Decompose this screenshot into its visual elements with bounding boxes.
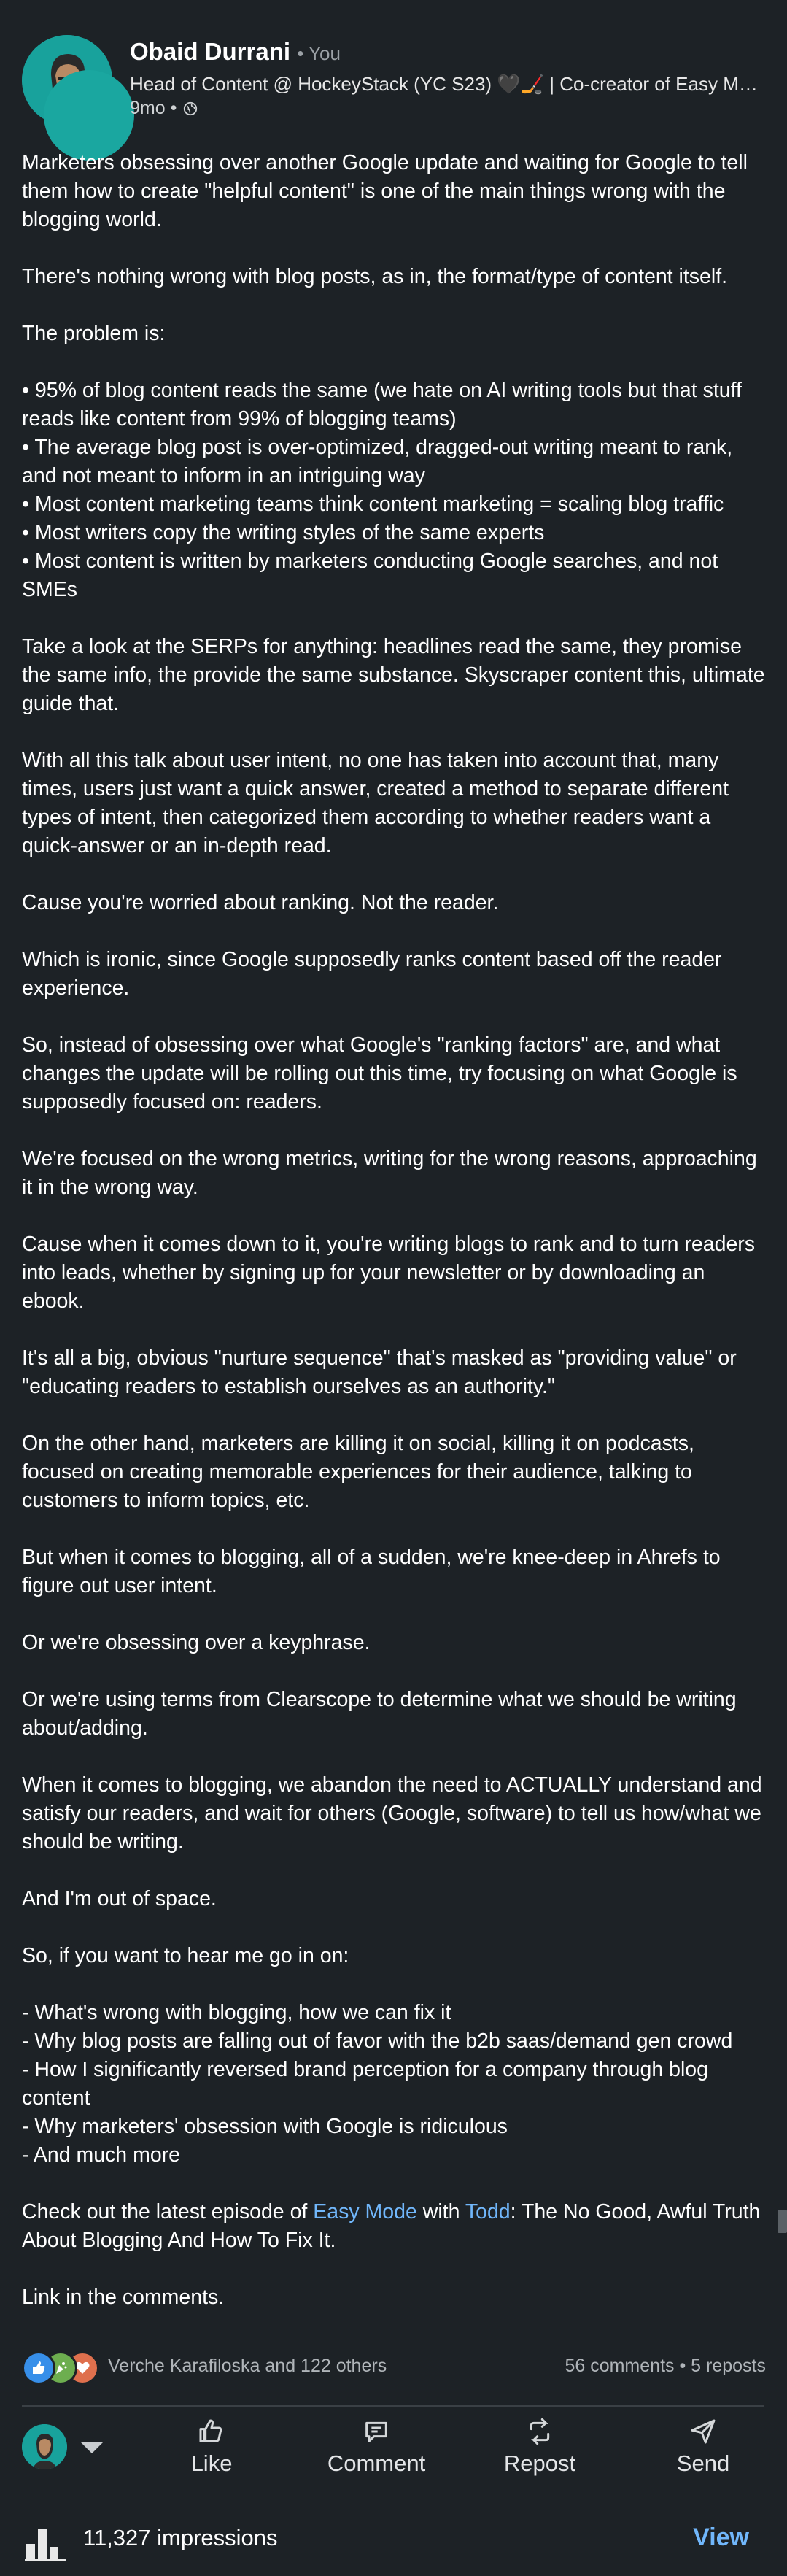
- reaction-icons[interactable]: [22, 2348, 102, 2385]
- list-item: - And much more: [22, 2143, 181, 2167]
- post-paragraph: It's all a big, obvious "nurture sequenc…: [22, 1346, 737, 1398]
- send-label: Send: [676, 2450, 730, 2476]
- view-analytics-link[interactable]: View: [693, 2523, 749, 2552]
- list-item: - How I significantly reversed brand per…: [22, 2058, 709, 2110]
- post-paragraph: Marketers obsessing over another Google …: [22, 151, 748, 231]
- post-paragraph: But when it comes to blogging, all of a …: [22, 1546, 721, 1597]
- todd-mention-link[interactable]: Todd: [465, 2200, 511, 2224]
- comment-button[interactable]: Comment: [303, 2417, 449, 2477]
- list-item: - Why marketers' obsession with Google i…: [22, 2115, 508, 2138]
- list-item: - What's wrong with blogging, how we can…: [22, 2001, 451, 2024]
- list-item: • Most content marketing teams think con…: [22, 493, 724, 516]
- list-item: • Most writers copy the writing styles o…: [22, 521, 545, 544]
- globe-icon: [184, 101, 198, 115]
- list-item: - Why blog posts are falling out of favo…: [22, 2029, 733, 2053]
- post-paragraph: So, instead of obsessing over what Googl…: [22, 1033, 737, 1114]
- post-paragraph: On the other hand, marketers are killing…: [22, 1432, 694, 1512]
- post-paragraph: Or we're obsessing over a keyphrase.: [22, 1631, 371, 1654]
- repost-label: Repost: [503, 2450, 576, 2476]
- post-header: Obaid Durrani • You Head of Content @ Ho…: [0, 0, 787, 161]
- post-paragraph: With all this talk about user intent, no…: [22, 749, 729, 857]
- reactors-text[interactable]: Verche Karafiloska and 122 others: [108, 2356, 387, 2377]
- divider: [22, 2405, 764, 2407]
- post-paragraph: Which is ironic, since Google supposedly…: [22, 948, 722, 1000]
- repost-icon: [530, 2418, 550, 2445]
- like-icon: [22, 2351, 55, 2385]
- post-paragraph: So, if you want to hear me go in on:: [22, 1944, 349, 1967]
- chevron-down-icon[interactable]: [80, 2442, 104, 2453]
- actor-avatar[interactable]: [22, 2424, 67, 2469]
- comments-reposts-count[interactable]: 56 comments • 5 reposts: [565, 2356, 766, 2377]
- action-bar: Like Comment Repost Send: [0, 2408, 787, 2496]
- list-item: • 95% of blog content reads the same (we…: [22, 379, 742, 431]
- topics-list: - What's wrong with blogging, how we can…: [22, 1999, 766, 2170]
- you-label: • You: [297, 42, 341, 64]
- episode-text-with: with: [416, 2200, 465, 2224]
- post-meta: 9mo •: [130, 98, 198, 119]
- like-button[interactable]: Like: [139, 2417, 284, 2477]
- post-paragraph: When it comes to blogging, we abandon th…: [22, 1773, 762, 1854]
- list-item: • Most content is written by marketers c…: [22, 549, 718, 601]
- post-paragraph: We're focused on the wrong metrics, writ…: [22, 1147, 757, 1199]
- repost-button[interactable]: Repost: [467, 2417, 613, 2477]
- send-icon: [691, 2419, 716, 2444]
- post-body: Marketers obsessing over another Google …: [22, 149, 766, 2312]
- post-paragraph: Take a look at the SERPs for anything: h…: [22, 635, 765, 715]
- impressions-bar: 11,327 impressions View: [0, 2510, 787, 2569]
- send-button[interactable]: Send: [630, 2417, 776, 2477]
- problem-list: • 95% of blog content reads the same (we…: [22, 377, 766, 604]
- easy-mode-link[interactable]: Easy Mode: [313, 2200, 417, 2224]
- episode-text-start: Check out the latest episode of: [22, 2200, 314, 2224]
- scrollbar-thumb[interactable]: [778, 2210, 787, 2233]
- author-headline: Head of Content @ HockeyStack (YC S23) 🖤…: [130, 73, 764, 95]
- impressions-count: 11,327 impressions: [83, 2525, 278, 2550]
- author-name[interactable]: Obaid Durrani • You: [130, 38, 341, 66]
- post-paragraph: Cause you're worried about ranking. Not …: [22, 891, 499, 914]
- comment-icon: [365, 2421, 387, 2442]
- post-paragraph: There's nothing wrong with blog posts, a…: [22, 265, 728, 288]
- post-paragraph: And I'm out of space.: [22, 1887, 217, 1910]
- thumbs-up-icon: [199, 2419, 222, 2442]
- analytics-bars-icon: [25, 2529, 66, 2561]
- post-paragraph: Cause when it comes down to it, you're w…: [22, 1233, 756, 1313]
- like-label: Like: [190, 2450, 233, 2476]
- episode-paragraph: Check out the latest episode of Easy Mod…: [22, 2198, 766, 2255]
- comment-label: Comment: [327, 2450, 426, 2476]
- post-paragraph: Link in the comments.: [22, 2286, 225, 2309]
- post-paragraph: Or we're using terms from Clearscope to …: [22, 1688, 737, 1740]
- online-status-icon: [44, 70, 134, 161]
- list-item: • The average blog post is over-optimize…: [22, 436, 733, 487]
- social-counts: Verche Karafiloska and 122 others 56 com…: [22, 2348, 766, 2386]
- author-avatar[interactable]: [22, 35, 134, 161]
- post-paragraph: The problem is:: [22, 322, 166, 345]
- post-time: 9mo •: [130, 98, 177, 118]
- author-name-text[interactable]: Obaid Durrani: [130, 38, 290, 65]
